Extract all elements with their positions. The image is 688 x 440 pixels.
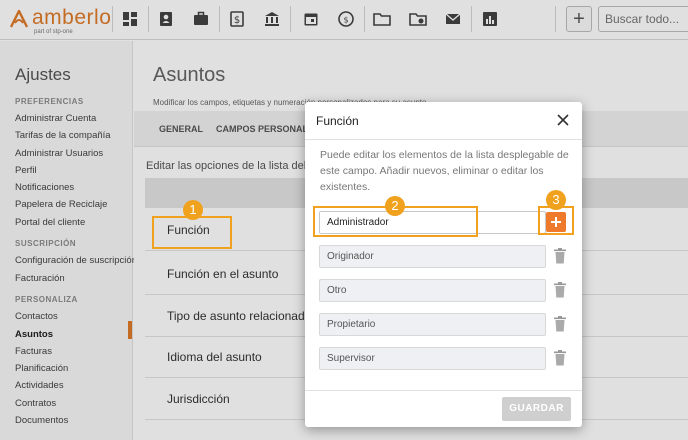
trash-icon[interactable] <box>554 316 566 332</box>
trash-icon[interactable] <box>554 248 566 264</box>
trash-icon[interactable] <box>554 282 566 298</box>
option-input-propietario[interactable] <box>319 313 546 336</box>
callout-number-3: 3 <box>546 190 566 210</box>
callout-number-1: 1 <box>183 200 203 220</box>
option-input-originador[interactable] <box>319 245 546 268</box>
option-input-supervisor[interactable] <box>319 347 546 370</box>
dialog-title: Función <box>316 114 359 128</box>
option-input-otro[interactable] <box>319 279 546 302</box>
dialog-header: Función <box>305 102 582 140</box>
dialog-footer: GUARDAR <box>305 390 582 427</box>
close-icon[interactable] <box>554 111 572 129</box>
funcion-dialog: Función Puede editar los elementos de la… <box>305 102 582 427</box>
save-button[interactable]: GUARDAR <box>502 397 571 421</box>
trash-icon[interactable] <box>554 350 566 366</box>
callout-number-2: 2 <box>385 196 405 216</box>
callout-highlight-3 <box>538 206 574 235</box>
dialog-description: Puede editar los elementos de la lista d… <box>320 149 569 193</box>
callout-highlight-1 <box>152 216 232 249</box>
